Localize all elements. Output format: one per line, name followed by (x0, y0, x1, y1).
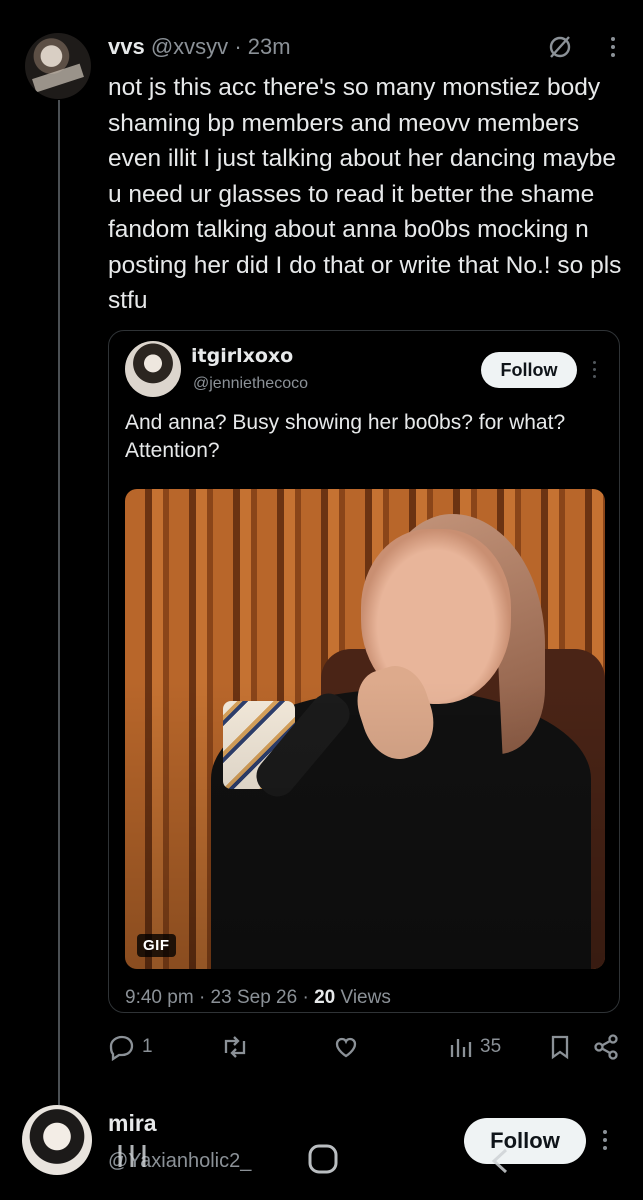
quote-avatar[interactable] (125, 341, 181, 397)
post-text: not js this acc there's so many monstiez… (108, 74, 622, 314)
quote-time: 9:40 pm (125, 987, 194, 1008)
quote-views-label: Views (340, 987, 391, 1008)
post-header-icons (547, 34, 615, 60)
bookmark-icon (548, 1033, 572, 1061)
repost-button[interactable] (220, 1033, 250, 1061)
post-avatar[interactable] (25, 33, 91, 99)
quote-media-gif[interactable]: GIF (125, 489, 605, 969)
views-button[interactable]: 35 (448, 1033, 501, 1061)
quote-date: 23 Sep 26 (210, 987, 298, 1008)
post-time[interactable]: 23m (248, 34, 291, 59)
reply-button[interactable]: 1 (108, 1033, 153, 1061)
reply-follow-button[interactable]: Follow (464, 1118, 586, 1164)
quote-text: And anna? Busy showing her bo0bs? for wh… (125, 411, 566, 462)
quote-follow-button[interactable]: Follow (481, 352, 577, 388)
like-icon (332, 1033, 360, 1061)
post-separator: · (234, 34, 242, 59)
reply-icon (108, 1033, 136, 1061)
thread-line (58, 100, 60, 1105)
quote-meta: 9:40 pm · 23 Sep 26 · 20 Views (125, 987, 391, 1009)
post-handle[interactable]: @xvsyv (151, 34, 228, 59)
share-icon (592, 1033, 620, 1061)
repost-icon (220, 1033, 250, 1061)
meta-dot: · (198, 987, 206, 1008)
more-icon[interactable] (611, 37, 615, 57)
home-nav-icon[interactable] (306, 1143, 340, 1180)
post-display-name[interactable]: vvs (108, 34, 145, 59)
reply-display-name[interactable]: mira (108, 1110, 157, 1137)
reply-avatar[interactable] (22, 1105, 92, 1175)
meta-dot: · (302, 987, 309, 1008)
quote-handle[interactable]: @jenniethecoco (193, 375, 308, 393)
like-button[interactable] (332, 1033, 360, 1061)
recents-nav-icon[interactable] (112, 1141, 152, 1176)
quote-more-icon[interactable] (593, 361, 596, 378)
gif-badge: GIF (137, 934, 176, 957)
views-count: 35 (480, 1036, 502, 1057)
share-button[interactable] (592, 1033, 620, 1061)
reply-count: 1 (142, 1036, 153, 1057)
quote-views-count: 20 (314, 987, 336, 1008)
post-header: vvs @xvsyv · 23m (108, 34, 291, 60)
quote-card[interactable]: itgirlxoxo @jenniethecoco Follow And ann… (108, 330, 620, 1013)
grok-icon[interactable] (547, 34, 573, 60)
gif-shade (125, 489, 605, 969)
action-bar: 1 35 (108, 1033, 623, 1067)
views-icon (448, 1033, 474, 1061)
reply-more-icon[interactable] (603, 1130, 607, 1150)
back-nav-icon[interactable] (486, 1146, 516, 1181)
bookmark-button[interactable] (548, 1033, 572, 1061)
quote-display-name[interactable]: itgirlxoxo (191, 345, 293, 367)
